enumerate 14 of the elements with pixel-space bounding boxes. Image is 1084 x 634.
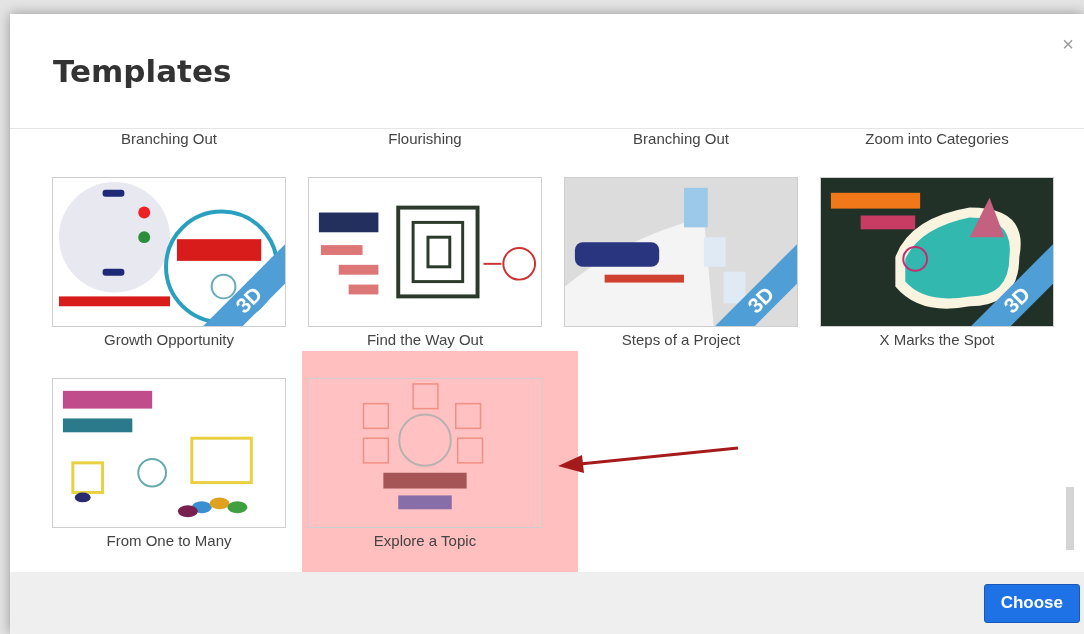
template-name: Flourishing — [387, 129, 463, 149]
template-card[interactable]: Explore a Topic — [302, 351, 578, 572]
template-name: Branching Out — [120, 129, 218, 149]
dialog-title: Templates — [53, 56, 232, 87]
template-name: Zoom into Categories — [864, 129, 1010, 149]
choose-button[interactable]: Choose — [983, 583, 1080, 623]
template-name: Find the Way Out — [365, 330, 485, 350]
template-name: Steps of a Project — [620, 330, 742, 350]
template-name: X Marks the Spot — [878, 330, 996, 350]
template-name: From One to Many — [105, 531, 233, 551]
template-name: Explore a Topic — [372, 531, 478, 551]
template-name: Branching Out — [632, 129, 730, 149]
scrollbar[interactable] — [1066, 487, 1074, 550]
template-name: Growth Opportunity — [102, 330, 236, 350]
